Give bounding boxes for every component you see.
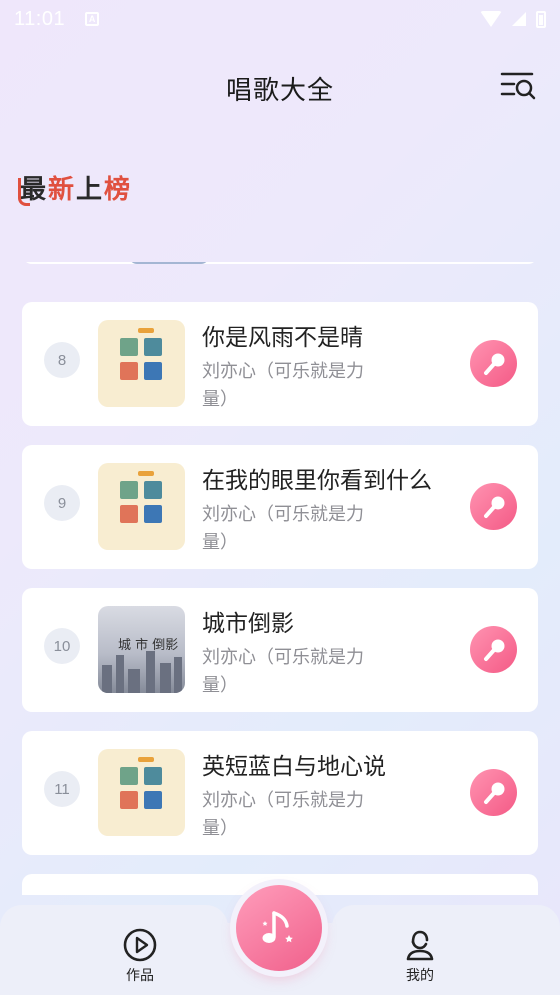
section-title: 最新上榜	[20, 169, 132, 206]
song-artist: 刘亦心（可乐就是力量）	[202, 504, 364, 553]
microphone-icon	[483, 496, 504, 518]
cover-tag	[138, 757, 154, 762]
search-list-icon	[500, 72, 536, 100]
cover-tile	[120, 505, 138, 523]
status-icons	[480, 10, 546, 28]
notification-icon: A	[85, 12, 100, 26]
rank-badge: 10	[44, 628, 80, 664]
banner-char-4: 榜	[104, 174, 133, 205]
banner-char-2: 新	[48, 174, 77, 205]
cover-tile	[120, 481, 138, 499]
cover-building	[128, 669, 140, 693]
tab-mine-label: 我的	[406, 968, 434, 984]
battery-icon	[536, 10, 546, 28]
tab-mine[interactable]: 我的	[380, 927, 460, 985]
section-banner-latest-chart: 最新上榜	[18, 162, 132, 212]
cover-tile	[120, 338, 138, 356]
status-bar: 11:01 A	[0, 0, 560, 38]
banner-decoration	[18, 178, 30, 206]
song-title: 在我的眼里你看到什么	[202, 468, 432, 494]
cover-tile	[144, 338, 162, 356]
cover-tile	[144, 791, 162, 809]
song-card-partial[interactable]	[22, 262, 538, 264]
cover-tag	[138, 328, 154, 333]
sing-button[interactable]	[470, 769, 517, 816]
song-artist: 刘亦心（可乐就是力量）	[202, 361, 364, 410]
tab-works-label: 作品	[126, 968, 154, 984]
rank-badge: 9	[44, 485, 80, 521]
microphone-icon	[483, 782, 504, 804]
cover-building	[146, 651, 155, 693]
cover-tag	[138, 471, 154, 476]
user-icon	[406, 930, 434, 961]
song-artist: 刘亦心（可乐就是力量）	[202, 790, 364, 839]
song-title: 你是风雨不是晴	[202, 325, 363, 351]
cover-tile	[144, 481, 162, 499]
cover-building	[160, 663, 171, 693]
rank-badge: 8	[44, 342, 80, 378]
page-title: 唱歌大全	[225, 76, 334, 106]
song-title: 城市倒影	[202, 611, 294, 637]
cover-tile	[120, 362, 138, 380]
song-title: 英短蓝白与地心说	[202, 754, 386, 780]
search-list-button[interactable]	[498, 68, 538, 104]
cover-tile	[120, 767, 138, 785]
microphone-icon	[483, 639, 504, 661]
tab-works[interactable]: 作品	[100, 927, 180, 985]
play-circle-icon	[123, 928, 157, 962]
song-card[interactable]: 10 城 市 倒影 城市倒影 刘亦心（可乐就是力量）	[22, 588, 538, 712]
album-cover	[98, 463, 185, 550]
banner-char-3: 上	[76, 174, 105, 205]
cover-building	[102, 665, 112, 693]
microphone-icon	[483, 353, 504, 375]
rank-badge: 11	[44, 771, 80, 807]
signal-icon	[512, 12, 526, 26]
album-cover: 城 市 倒影	[98, 606, 185, 693]
song-card[interactable]: 11 英短蓝白与地心说 刘亦心（可乐就是力量）	[22, 731, 538, 855]
cover-text: 城 市 倒影	[118, 638, 179, 653]
status-time: 11:01	[14, 7, 66, 30]
sing-button[interactable]	[470, 626, 517, 673]
center-music-button[interactable]	[236, 885, 322, 971]
cover-tile	[120, 791, 138, 809]
cover-tile	[144, 362, 162, 380]
song-card[interactable]: 8 你是风雨不是晴 刘亦心（可乐就是力量）	[22, 302, 538, 426]
bottom-tab-bar: 作品 我的	[0, 885, 560, 995]
song-card[interactable]: 9 在我的眼里你看到什么 刘亦心（可乐就是力量）	[22, 445, 538, 569]
cover-building	[174, 657, 182, 693]
album-cover	[98, 320, 185, 407]
cover-tile	[144, 767, 162, 785]
cover-building	[116, 655, 124, 693]
album-cover	[98, 749, 185, 836]
sing-button[interactable]	[470, 483, 517, 530]
song-artist: 刘亦心（可乐就是力量）	[202, 647, 364, 696]
sing-button[interactable]	[470, 340, 517, 387]
music-note-icon	[262, 911, 293, 943]
song-list[interactable]: 8 你是风雨不是晴 刘亦心（可乐就是力量） 9 在我的眼里你看到什么 刘亦心（可…	[0, 262, 560, 895]
album-cover	[129, 262, 209, 264]
cover-tile	[144, 505, 162, 523]
wifi-icon	[480, 11, 502, 27]
header: 唱歌大全	[0, 60, 560, 112]
